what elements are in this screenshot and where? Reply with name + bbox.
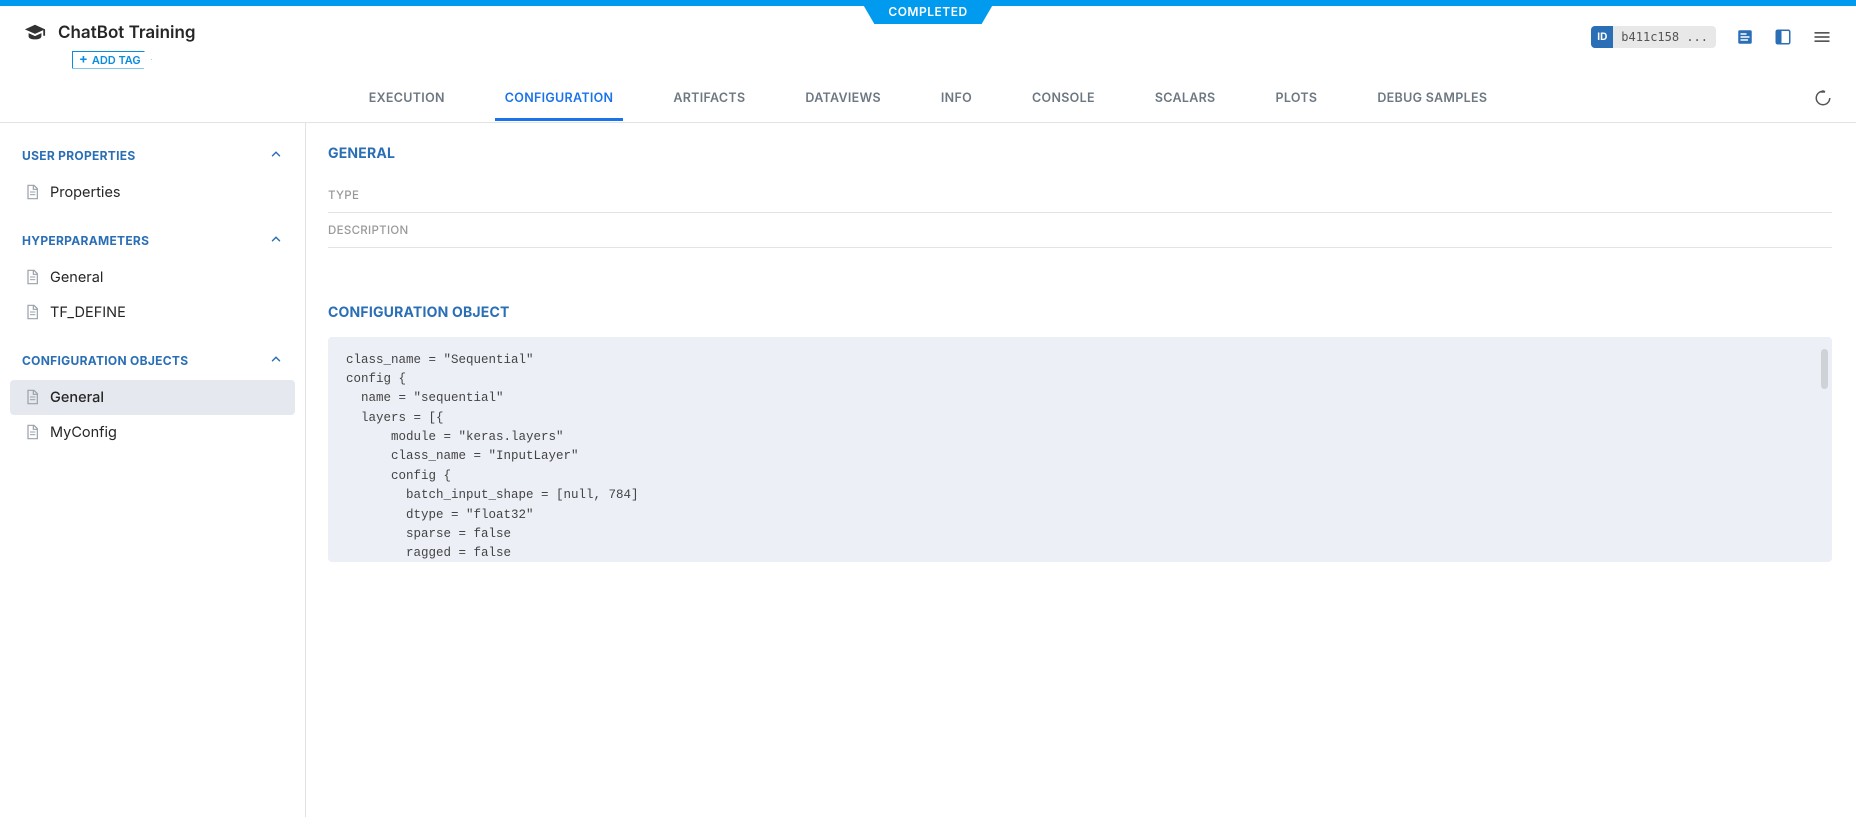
field-description: DESCRIPTION [328,213,1832,248]
tabs: EXECUTION CONFIGURATION ARTIFACTS DATAVI… [0,79,1856,123]
tab-console[interactable]: CONSOLE [1022,79,1105,121]
add-tag-button[interactable]: + ADD TAG [72,51,152,69]
sidebar-item-general-config[interactable]: General [10,380,295,415]
plus-icon: + [79,53,88,66]
chevron-up-icon [269,232,283,250]
sidebar-item-properties[interactable]: Properties [10,175,295,210]
tab-dataviews[interactable]: DATAVIEWS [795,79,891,121]
document-icon [24,269,40,285]
tab-configuration[interactable]: CONFIGURATION [495,79,624,121]
tab-debug-samples[interactable]: DEBUG SAMPLES [1367,79,1497,121]
top-strip: COMPLETED [0,0,1856,6]
status-badge: COMPLETED [860,0,995,24]
section-title-general: GENERAL [328,145,1832,162]
graduation-cap-icon [24,22,46,44]
header-right: ID b411c158 ... [1591,16,1832,48]
id-chip-label: ID [1591,26,1613,48]
group-header-configuration-objects[interactable]: CONFIGURATION OBJECTS [10,342,295,380]
document-icon [24,184,40,200]
sidebar-item-label: General [50,389,104,406]
id-chip[interactable]: ID b411c158 ... [1591,26,1716,48]
chevron-up-icon [269,352,283,370]
content-inner: GENERAL TYPE DESCRIPTION CONFIGURATION O… [328,145,1856,817]
document-icon [24,424,40,440]
field-label-description: DESCRIPTION [328,223,409,237]
group-title: CONFIGURATION OBJECTS [22,353,188,368]
header-left: ChatBot Training + ADD TAG [24,16,196,69]
add-tag-label: ADD TAG [92,53,141,67]
configuration-code-block[interactable]: class_name = "Sequential" config { name … [328,337,1832,562]
group-header-user-properties[interactable]: USER PROPERTIES [10,137,295,175]
sidebar-item-label: TF_DEFINE [50,304,126,321]
title-row: ChatBot Training [24,16,196,44]
section-title-config-object: CONFIGURATION OBJECT [328,304,1832,321]
tab-scalars[interactable]: SCALARS [1145,79,1226,121]
sidebar-item-tf-define[interactable]: TF_DEFINE [10,295,295,330]
field-type: TYPE [328,178,1832,213]
sidebar-item-myconfig[interactable]: MyConfig [10,415,295,450]
field-label-type: TYPE [328,188,359,202]
tab-info[interactable]: INFO [931,79,982,121]
content: GENERAL TYPE DESCRIPTION CONFIGURATION O… [306,123,1856,817]
id-chip-value: b411c158 ... [1613,30,1716,44]
menu-icon[interactable] [1812,27,1832,47]
document-icon [24,304,40,320]
sidebar-item-label: General [50,269,103,286]
sidebar-item-label: Properties [50,184,121,201]
scrollbar-thumb[interactable] [1821,349,1828,389]
sidebar-item-label: MyConfig [50,424,117,441]
main: USER PROPERTIES Properties HYPERPARAMETE… [0,123,1856,817]
sidebar-item-general-hp[interactable]: General [10,260,295,295]
details-view-icon[interactable] [1736,28,1754,46]
split-view-icon[interactable] [1774,28,1792,46]
tab-artifacts[interactable]: ARTIFACTS [663,79,755,121]
group-title: USER PROPERTIES [22,148,136,163]
tag-row: + ADD TAG [24,50,196,69]
document-icon [24,389,40,405]
tab-execution[interactable]: EXECUTION [359,79,455,121]
group-title: HYPERPARAMETERS [22,233,149,248]
sidebar: USER PROPERTIES Properties HYPERPARAMETE… [0,123,306,817]
spacer [328,248,1832,304]
refresh-icon[interactable] [1814,89,1832,111]
tab-plots[interactable]: PLOTS [1265,79,1327,121]
page-title: ChatBot Training [58,23,196,43]
chevron-up-icon [269,147,283,165]
group-header-hyperparameters[interactable]: HYPERPARAMETERS [10,222,295,260]
